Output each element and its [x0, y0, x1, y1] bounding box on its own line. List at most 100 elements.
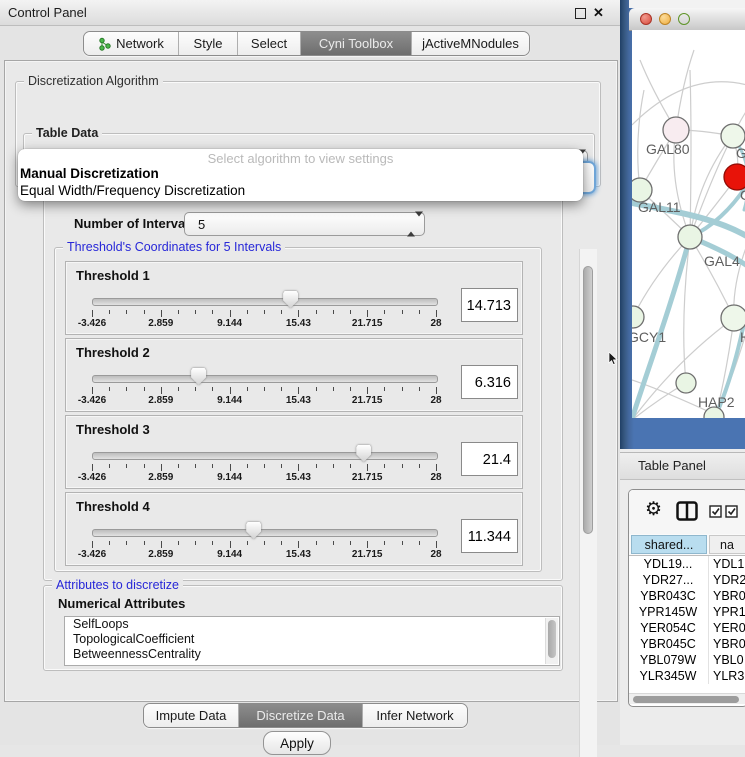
slider-thumb[interactable] — [191, 368, 206, 385]
cell-shared-name[interactable]: YDL19... — [629, 556, 707, 572]
tick-mark — [350, 541, 351, 545]
checkbox-icon[interactable] — [725, 505, 738, 523]
table-panel-title: Table Panel — [638, 453, 706, 479]
tick-mark — [195, 387, 196, 391]
cell-name[interactable]: YBR0 — [713, 636, 745, 652]
cell-name[interactable]: YLR3 — [713, 668, 744, 684]
table-row[interactable]: YBR045C YBR0 — [629, 636, 745, 652]
cell-shared-name[interactable]: YPR145W — [629, 604, 707, 620]
attribute-list-item[interactable]: BetweennessCentrality — [65, 647, 559, 662]
minimize-traffic-light-icon[interactable] — [659, 13, 671, 25]
tab-discretize-data[interactable]: Discretize Data — [239, 704, 363, 727]
cell-name[interactable]: YER0 — [713, 620, 745, 636]
tick-mark — [281, 310, 282, 314]
float-window-icon[interactable] — [575, 8, 586, 19]
number-of-intervals-combobox[interactable]: 5 — [184, 212, 425, 236]
tick-label: 28 — [430, 395, 441, 406]
tick-mark — [230, 310, 231, 317]
threshold-value-field[interactable]: 6.316 — [461, 365, 518, 399]
slider-thumb[interactable] — [283, 291, 298, 308]
tick-mark — [436, 387, 437, 394]
table-row[interactable]: YBR043C YBR0 — [629, 588, 745, 604]
cell-shared-name[interactable]: YBR045C — [629, 636, 707, 652]
attributes-list-scrollbar[interactable] — [545, 618, 558, 664]
network-node — [678, 225, 702, 249]
attribute-list-item[interactable]: SelfLoops — [65, 617, 559, 632]
cell-name[interactable]: YDL1 — [713, 556, 744, 572]
node-table: ⚙ shared... na YDL19...YDL1YDR27...YDR2Y… — [628, 489, 745, 707]
slider-track[interactable] — [92, 375, 438, 383]
threshold-value-field[interactable]: 11.344 — [461, 519, 518, 553]
network-node — [663, 117, 689, 143]
tick-mark — [298, 387, 299, 394]
checkbox-icon[interactable] — [709, 505, 722, 523]
tick-mark — [384, 310, 385, 314]
panel-vertical-scrollbar[interactable] — [579, 249, 597, 757]
scrollbar-thumb[interactable] — [633, 696, 739, 703]
number-of-intervals-value: 5 — [198, 213, 205, 235]
tick-label: 21.715 — [352, 395, 383, 406]
table-row[interactable]: YDR27... YDR2 — [629, 572, 745, 588]
split-pane-icon[interactable] — [676, 501, 698, 526]
tab-select[interactable]: Select — [238, 32, 301, 55]
cell-shared-name[interactable]: YER054C — [629, 620, 707, 636]
tab-infer-network[interactable]: Infer Network — [363, 704, 467, 727]
table-horizontal-scrollbar[interactable] — [629, 693, 745, 704]
table-row[interactable]: YBL079W YBL0 — [629, 652, 745, 668]
numerical-attributes-list[interactable]: SelfLoopsTopologicalCoefficientBetweenne… — [64, 616, 560, 666]
tick-mark — [178, 310, 179, 314]
network-icon — [98, 37, 111, 51]
cell-shared-name[interactable]: YBL079W — [629, 652, 707, 668]
threshold-label: Threshold 4 — [76, 499, 150, 514]
cell-shared-name[interactable]: YDR27... — [629, 572, 707, 588]
zoom-traffic-light-icon[interactable] — [678, 13, 690, 25]
slider-track[interactable] — [92, 298, 438, 306]
apply-button[interactable]: Apply — [263, 731, 331, 755]
attribute-list-item[interactable]: TopologicalCoefficient — [65, 632, 559, 647]
tick-label: 9.144 — [217, 318, 242, 329]
cell-shared-name[interactable]: YBR043C — [629, 588, 707, 604]
tab-network[interactable]: Network — [84, 32, 179, 55]
slider-track[interactable] — [92, 452, 438, 460]
tick-mark — [178, 387, 179, 391]
column-header-name[interactable]: na — [709, 535, 745, 554]
cell-name[interactable]: YDR2 — [713, 572, 745, 588]
tick-mark — [161, 541, 162, 548]
scrollbar-thumb[interactable] — [583, 266, 593, 534]
stepper-arrows-icon — [407, 217, 415, 232]
cell-shared-name[interactable]: YLR345W — [629, 668, 707, 684]
tick-label: 2.859 — [148, 549, 173, 560]
table-row[interactable]: YDL19... YDL1 — [629, 556, 745, 572]
gear-icon[interactable]: ⚙ — [645, 499, 662, 521]
table-row[interactable]: YLR345W YLR3 — [629, 668, 745, 684]
algorithm-option-manual[interactable]: Manual Discretization — [20, 166, 159, 181]
algorithm-option-equal-width[interactable]: Equal Width/Frequency Discretization — [20, 183, 245, 198]
close-traffic-light-icon[interactable] — [640, 13, 652, 25]
tab-impute-data[interactable]: Impute Data — [144, 704, 239, 727]
cell-name[interactable]: YBR0 — [713, 588, 745, 604]
threshold-value-field[interactable]: 14.713 — [461, 288, 518, 322]
attributes-group-title: Attributes to discretize — [52, 578, 183, 592]
column-header-shared[interactable]: shared... — [631, 535, 707, 554]
close-icon[interactable]: ✕ — [593, 4, 604, 21]
network-window-titlebar[interactable] — [629, 8, 745, 31]
cell-name[interactable]: YBL0 — [713, 652, 744, 668]
network-canvas[interactable]: GAL80GCGAL11GAL4GCY1HHAP2 — [632, 30, 745, 418]
cell-name[interactable]: YPR1 — [713, 604, 745, 620]
slider-track[interactable] — [92, 529, 438, 537]
slider-thumb[interactable] — [356, 445, 371, 462]
tick-mark — [92, 310, 93, 317]
threshold-panel-3: Threshold 3-3.4262.8599.14415.4321.71528… — [65, 415, 523, 489]
right-panel: GAL80GCGAL11GAL4GCY1HHAP2 Table Panel ⚙ … — [620, 0, 745, 745]
tick-mark — [402, 541, 403, 545]
tick-mark — [230, 387, 231, 394]
tick-mark — [419, 541, 420, 545]
tab-cyni-toolbox[interactable]: Cyni Toolbox — [301, 32, 412, 55]
table-row[interactable]: YER054C YER0 — [629, 620, 745, 636]
tab-jactivemnodules[interactable]: jActiveMNodules — [412, 32, 529, 55]
table-row[interactable]: YPR145W YPR1 — [629, 604, 745, 620]
threshold-value-field[interactable]: 21.4 — [461, 442, 518, 476]
tab-style[interactable]: Style — [179, 32, 238, 55]
slider-thumb[interactable] — [246, 522, 261, 539]
table-data-title: Table Data — [32, 126, 102, 140]
